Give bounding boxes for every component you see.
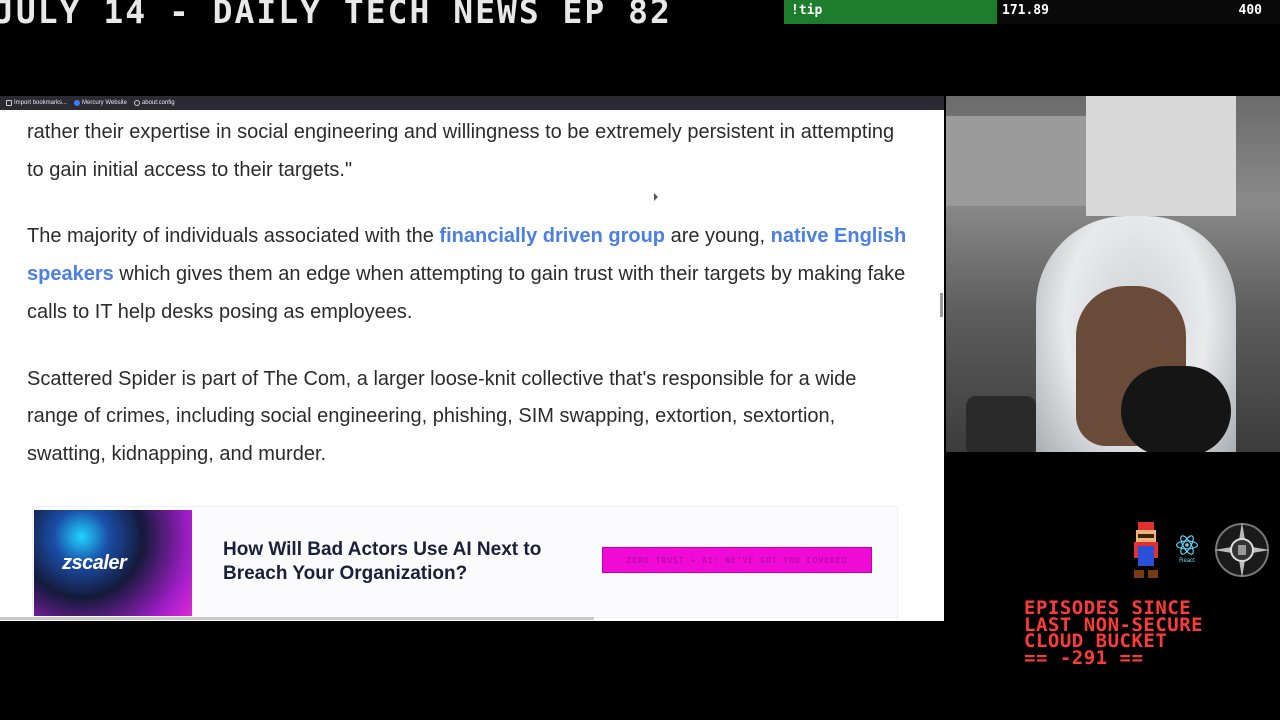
bookmarks-toolbar: Import bookmarks... Mercury Website abou… xyxy=(0,96,944,110)
paragraph-text: The majority of individuals associated w… xyxy=(27,225,440,248)
tip-label: !tip xyxy=(791,3,823,18)
security-badge-icon xyxy=(1214,522,1270,578)
overlay-icons: React xyxy=(1126,520,1276,584)
microphone xyxy=(1121,366,1231,452)
shelf xyxy=(946,116,1086,206)
bookmark-label: about:config xyxy=(141,100,175,106)
stream-title: JULY 14 - DAILY TECH NEWS EP 82 xyxy=(0,0,672,31)
bookmark-label: Import bookmarks... xyxy=(14,100,68,106)
gear-icon xyxy=(133,100,140,106)
mario-icon xyxy=(1134,522,1158,578)
import-icon xyxy=(6,100,12,106)
vertical-scrollbar[interactable] xyxy=(940,293,943,317)
tip-current-amount: 171.89 xyxy=(1002,3,1049,18)
bookmark-label: Mercury Website xyxy=(82,100,127,106)
article-body: rather their expertise in social enginee… xyxy=(27,114,907,503)
tip-goal-amount: 400 xyxy=(1238,3,1262,18)
mercury-icon xyxy=(74,100,81,106)
mouse-cursor xyxy=(654,193,658,201)
tip-goal-bar: !tip 171.89 400 xyxy=(784,0,1280,24)
ad-cta-button[interactable]: ZERO TRUST + AI: WE'VE GOT YOU COVERED xyxy=(602,547,872,573)
article-paragraph: rather their expertise in social enginee… xyxy=(27,121,895,181)
bookmark-about-config[interactable]: about:config xyxy=(133,100,175,106)
bookmark-mercury[interactable]: Mercury Website xyxy=(74,100,127,106)
background-door xyxy=(1086,96,1236,216)
paragraph-text: which gives them an edge when attempting… xyxy=(27,263,906,323)
bookmark-import[interactable]: Import bookmarks... xyxy=(6,100,67,106)
gaming-chair xyxy=(966,396,1036,452)
ad-brand: zscaler xyxy=(62,552,127,574)
article-paragraph: The majority of individuals associated w… xyxy=(27,218,907,331)
episodes-counter: EPISODES SINCE LAST NON-SECURE CLOUD BUC… xyxy=(1024,597,1204,669)
react-icon: React xyxy=(1174,534,1200,564)
ad-headline: How Will Bad Actors Use AI Next to Breac… xyxy=(223,539,542,584)
react-label: React xyxy=(1179,558,1195,564)
link-financially-driven-group[interactable]: financially driven group xyxy=(439,225,665,247)
webcam-feed xyxy=(946,96,1280,452)
zscaler-logo: zscaler xyxy=(34,510,192,616)
advertisement-banner[interactable]: zscaler How Will Bad Actors Use AI Next … xyxy=(32,506,898,618)
browser-window: Import bookmarks... Mercury Website abou… xyxy=(0,96,944,621)
article-paragraph: Scattered Spider is part of The Com, a l… xyxy=(27,367,857,465)
paragraph-text: are young, xyxy=(665,225,771,248)
horizontal-scrollbar[interactable] xyxy=(0,617,594,620)
